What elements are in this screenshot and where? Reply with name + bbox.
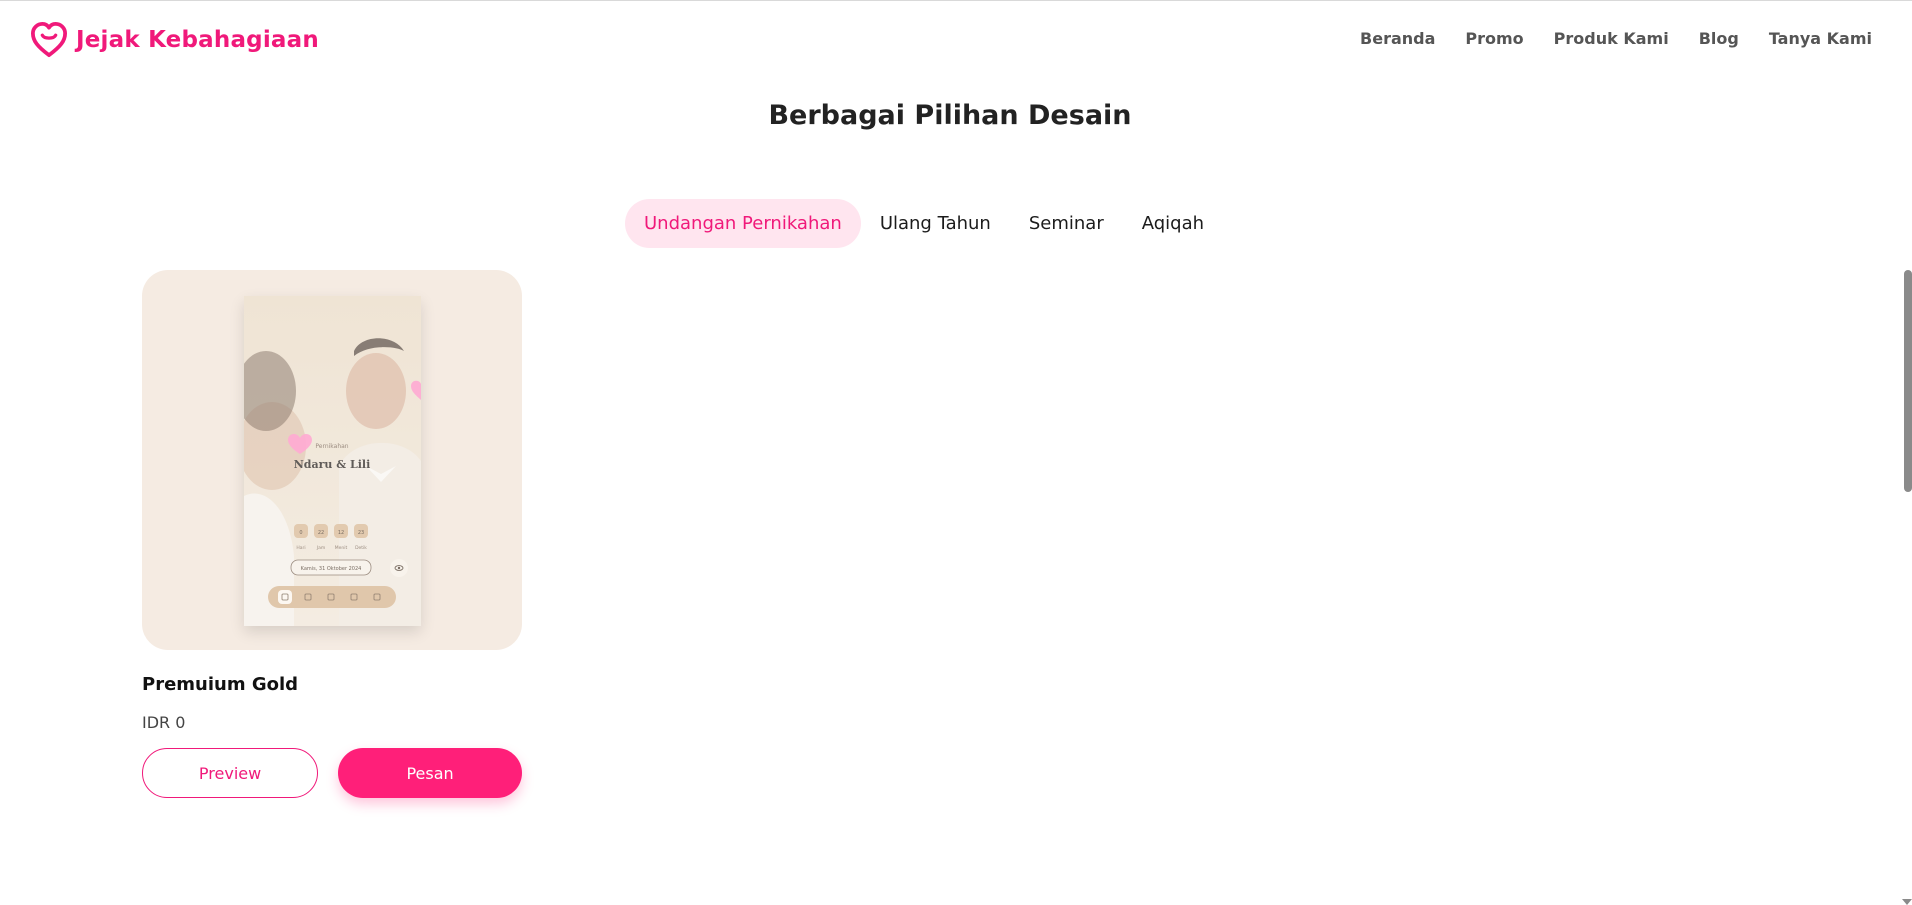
tab-undangan-pernikahan[interactable]: Undangan Pernikahan <box>625 199 861 248</box>
tab-ulang-tahun[interactable]: Ulang Tahun <box>861 199 1010 248</box>
nav-item-promo[interactable]: Promo <box>1465 29 1523 48</box>
product-thumbnail[interactable]: Pernikahan Ndaru & Lili 0 22 12 23 Hari … <box>142 270 522 650</box>
product-card: Pernikahan Ndaru & Lili 0 22 12 23 Hari … <box>142 270 522 798</box>
invitation-preview-image: Pernikahan Ndaru & Lili 0 22 12 23 Hari … <box>244 296 421 626</box>
tab-aqiqah[interactable]: Aqiqah <box>1123 199 1223 248</box>
nav-item-blog[interactable]: Blog <box>1699 29 1739 48</box>
preview-button[interactable]: Preview <box>142 748 319 798</box>
section-title: Berbagai Pilihan Desain <box>768 100 1132 131</box>
nav-item-beranda[interactable]: Beranda <box>1360 29 1435 48</box>
main-nav: Beranda Promo Produk Kami Blog Tanya Kam… <box>1360 29 1872 48</box>
tab-seminar[interactable]: Seminar <box>1010 199 1123 248</box>
top-border <box>0 0 1912 1</box>
heart-logo-icon <box>31 22 67 58</box>
scroll-down-arrow-icon[interactable] <box>1902 899 1912 905</box>
product-actions: Preview Pesan <box>142 748 522 798</box>
product-name: Premuium Gold <box>142 674 299 695</box>
nav-item-produk-kami[interactable]: Produk Kami <box>1554 29 1669 48</box>
brand-logo[interactable]: Jejak Kebahagiaan <box>30 22 319 58</box>
scrollbar-thumb[interactable] <box>1904 270 1912 492</box>
nav-item-tanya-kami[interactable]: Tanya Kami <box>1769 29 1872 48</box>
brand-name: Jejak Kebahagiaan <box>76 27 319 53</box>
page-scrollbar[interactable] <box>1902 0 1912 905</box>
order-button[interactable]: Pesan <box>338 748 522 798</box>
product-price: IDR 0 <box>142 713 186 732</box>
category-tabs: Undangan Pernikahan Ulang Tahun Seminar … <box>625 199 1223 248</box>
